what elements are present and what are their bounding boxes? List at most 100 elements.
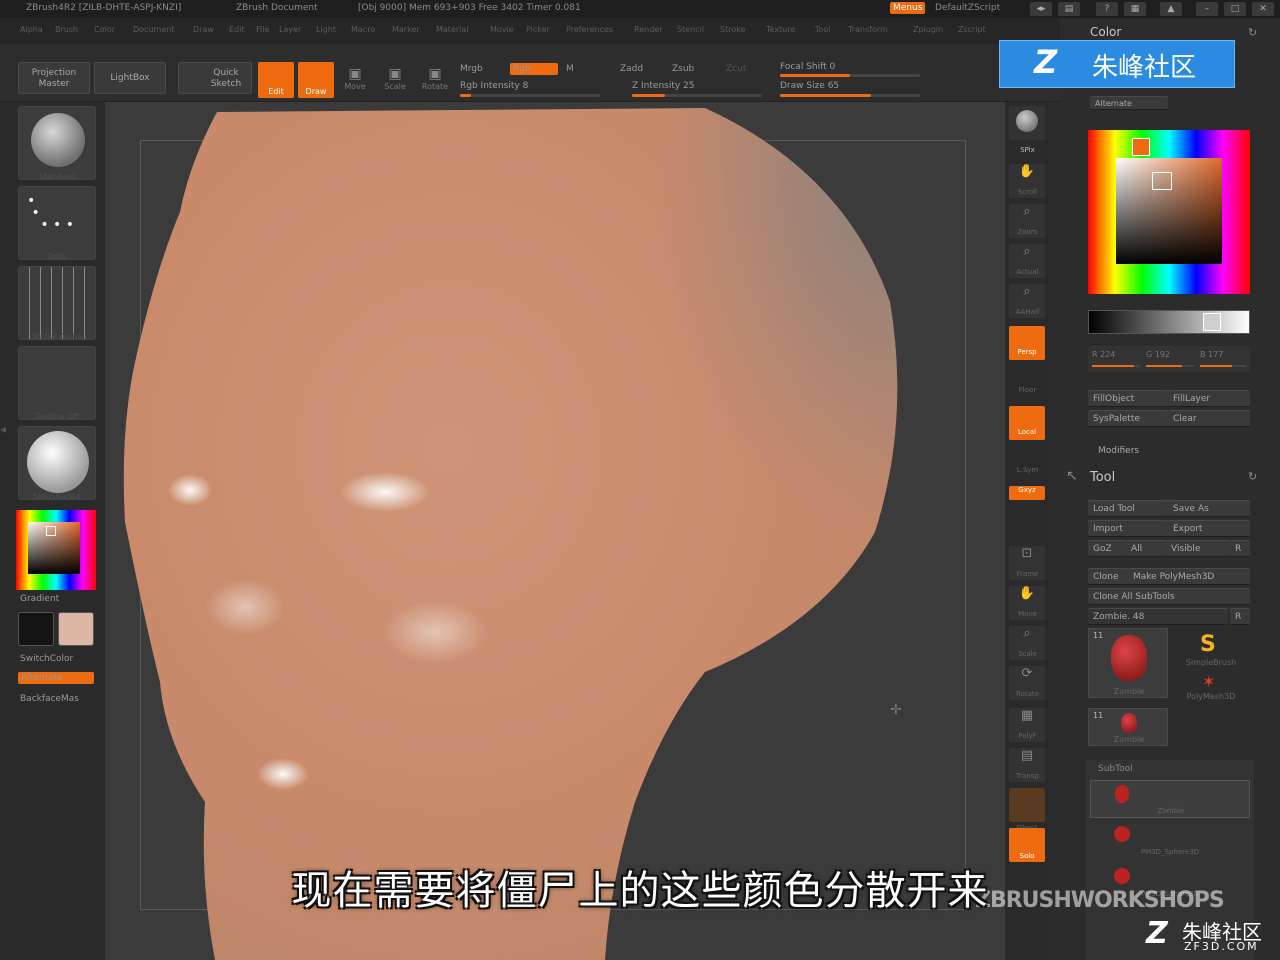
menu-light[interactable]: Light (316, 25, 336, 34)
texture-selector[interactable] (18, 346, 96, 420)
document-canvas[interactable]: ✛ (105, 102, 1005, 960)
menu-file[interactable]: File (256, 25, 269, 34)
floor-label[interactable]: Floor (1005, 386, 1050, 394)
zombie-head-model[interactable] (105, 102, 1005, 960)
lightbox-button[interactable]: LightBox (94, 62, 166, 94)
r-field[interactable]: R 224 (1092, 350, 1115, 359)
bpr-button[interactable] (1009, 106, 1045, 140)
menu-color[interactable]: Color (94, 25, 115, 34)
modifiers-header[interactable]: Modifiers (1098, 446, 1139, 456)
left-collapse-icon[interactable]: ◂ (0, 422, 6, 436)
subtool-header[interactable]: SubTool (1098, 764, 1133, 774)
gray-ramp-slider[interactable] (1088, 310, 1250, 334)
move-button[interactable]: ▣ Move (340, 66, 370, 91)
gradient-label[interactable]: Gradient (20, 594, 59, 604)
stroke-selector[interactable]: • • • • • (18, 186, 96, 260)
m-toggle[interactable]: M (566, 64, 574, 74)
fill-object-button[interactable]: FillObject (1088, 390, 1168, 407)
alpha-selector[interactable] (18, 266, 96, 340)
menu-edit[interactable]: Edit (229, 25, 245, 34)
minimize-icon[interactable]: – (1196, 2, 1218, 16)
fill-layer-button[interactable]: FillLayer (1168, 390, 1250, 407)
mrgb-toggle[interactable]: Mrgb (460, 64, 483, 74)
goz-all-button[interactable]: All (1126, 540, 1166, 557)
rgb-toggle[interactable]: Rgb (510, 63, 558, 75)
lsym-label[interactable]: L.Sym (1005, 466, 1050, 474)
maximize-icon[interactable]: □ (1224, 2, 1246, 16)
menu-zplugin[interactable]: Zplugin (913, 25, 943, 34)
draw-button[interactable]: Draw (298, 62, 334, 98)
menu-brush[interactable]: Brush (55, 25, 78, 34)
menu-material[interactable]: Material (436, 25, 469, 34)
main-color-swatch[interactable] (58, 612, 94, 646)
color-palette-title[interactable]: Color (1090, 25, 1121, 39)
tool-palette-back-icon[interactable]: ↖ (1066, 468, 1078, 484)
menu-stroke[interactable]: Stroke (720, 25, 746, 34)
menu-macro[interactable]: Macro (351, 25, 375, 34)
switchcolor-button[interactable]: SwitchColor (20, 654, 73, 664)
save-as-button[interactable]: Save As (1168, 500, 1250, 517)
goz-r-button[interactable]: R (1230, 540, 1250, 557)
menu-layer[interactable]: Layer (279, 25, 301, 34)
spix-slider[interactable]: SPix (1005, 146, 1050, 154)
menu-document[interactable]: Document (133, 25, 174, 34)
palette-color-picker[interactable] (1088, 130, 1250, 294)
menu-zscript[interactable]: Zscript (958, 25, 986, 34)
material-selector[interactable] (18, 426, 96, 500)
color-alternate-button[interactable]: Alternate (1090, 96, 1168, 110)
document-icon[interactable]: ▦ (1124, 2, 1146, 16)
projection-master-button[interactable]: Projection Master (18, 62, 90, 94)
focal-shift-slider[interactable]: Focal Shift 0 (780, 62, 835, 72)
current-tool-slider[interactable]: Zombie. 48 (1088, 608, 1228, 625)
layout-icon[interactable]: ◂▸ (1030, 2, 1052, 16)
import-button[interactable]: Import (1088, 520, 1168, 537)
zcut-toggle[interactable]: Zcut (726, 64, 746, 74)
menu-draw[interactable]: Draw (193, 25, 214, 34)
tool-thumb-simplebrush[interactable]: S SimpleBrush ✶ PolyMesh3D (1172, 628, 1250, 701)
goz-visible-button[interactable]: Visible (1166, 540, 1230, 557)
z-intensity-slider[interactable]: Z Intensity 25 (632, 81, 695, 91)
menus-button[interactable]: Menus (890, 2, 926, 14)
tool-palette-title[interactable]: Tool (1090, 470, 1115, 485)
color-picker[interactable] (16, 510, 96, 590)
subtool-item-2[interactable]: PM3D_Sphere3D (1090, 822, 1250, 860)
g-field[interactable]: G 192 (1146, 350, 1170, 359)
scale-button[interactable]: ▣ Scale (380, 66, 410, 91)
rotate-button[interactable]: ▣ Rotate (420, 66, 450, 91)
tool-thumb-zombie[interactable]: 11 Zombie (1088, 628, 1168, 698)
persp-button[interactable]: Persp (1009, 326, 1045, 360)
gxyz-button[interactable]: Gxyz (1009, 486, 1045, 500)
color-palette-reset-icon[interactable]: ↻ (1248, 26, 1257, 39)
menu-transform[interactable]: Transform (848, 25, 888, 34)
ghost-button[interactable]: Ghost (1009, 788, 1045, 832)
menu-picker[interactable]: Picker (526, 25, 550, 34)
zsub-toggle[interactable]: Zsub (672, 64, 694, 74)
goz-button[interactable]: GoZ (1088, 540, 1126, 557)
menu-render[interactable]: Render (634, 25, 662, 34)
make-polymesh-button[interactable]: Make PolyMesh3D (1128, 568, 1250, 585)
local-button[interactable]: Local (1009, 406, 1045, 440)
load-tool-button[interactable]: Load Tool (1088, 500, 1168, 517)
draw-size-slider[interactable]: Draw Size 65 (780, 81, 839, 91)
menu-movie[interactable]: Movie (490, 25, 514, 34)
menu-tool[interactable]: Tool (815, 25, 831, 34)
b-field[interactable]: B 177 (1200, 350, 1223, 359)
close-icon[interactable]: ✕ (1252, 2, 1274, 16)
secondary-color-swatch[interactable] (18, 612, 54, 646)
tool-thumb-zombie-small[interactable]: 11 Zombie (1088, 708, 1168, 746)
rgb-intensity-track[interactable] (460, 94, 600, 97)
menu-preferences[interactable]: Preferences (566, 25, 613, 34)
menu-stencil[interactable]: Stencil (677, 25, 704, 34)
clone-button[interactable]: Clone (1088, 568, 1128, 585)
edit-button[interactable]: Edit (258, 62, 294, 98)
palette-icon[interactable]: ▤ (1058, 2, 1080, 16)
menu-alpha[interactable]: Alpha (20, 25, 43, 34)
clear-button[interactable]: Clear (1168, 410, 1250, 427)
brush-selector[interactable] (18, 106, 96, 180)
current-tool-r-button[interactable]: R (1230, 608, 1250, 625)
help-icon[interactable]: ? (1096, 2, 1118, 16)
tool-palette-reset-icon[interactable]: ↻ (1248, 470, 1257, 483)
quick-sketch-button[interactable]: Quick Sketch (178, 62, 252, 94)
clone-all-subtools-button[interactable]: Clone All SubTools (1088, 588, 1250, 605)
alternate-button[interactable]: Alternate (18, 672, 94, 684)
